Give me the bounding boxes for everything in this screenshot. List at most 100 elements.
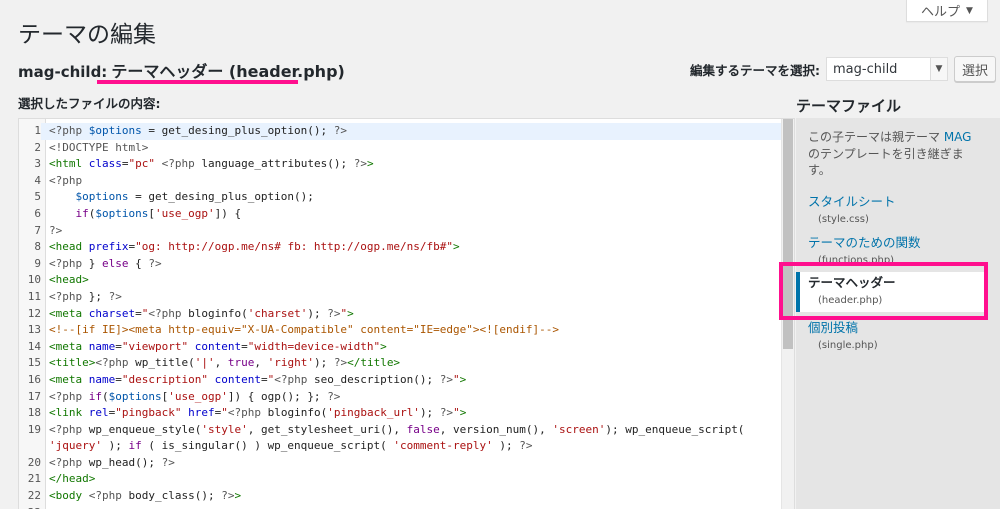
code-line[interactable]: 19 <?php wp_enqueue_style('style', get_st… xyxy=(19,422,782,439)
sidebar-item-single-php[interactable]: 個別投稿 (single.php) xyxy=(796,317,986,357)
line-number: 9 xyxy=(34,256,41,270)
code-line[interactable]: 13 <!--[if IE]><meta http-equiv="X-UA-Com… xyxy=(19,322,782,339)
code-lines[interactable]: 1 <?php $options = get_desing_plus_option… xyxy=(19,123,782,509)
highlight-box xyxy=(779,262,988,320)
code-line[interactable]: 22 <body <?php body_class(); ?>> xyxy=(19,488,782,505)
theme-select-area: 編集するテーマを選択: mag-child ▼ 選択 xyxy=(690,56,996,82)
line-number: 14 xyxy=(27,339,41,353)
line-number: 23 xyxy=(19,505,41,509)
code-line[interactable]: 8 <head prefix="og: http://ogp.me/ns# fb:… xyxy=(19,239,782,256)
help-tab-button[interactable]: ヘルプ ▼ xyxy=(906,0,988,22)
code-text[interactable]: <!DOCTYPE html> xyxy=(41,140,782,157)
code-line[interactable]: 14 <meta name="viewport" content="width=d… xyxy=(19,339,782,356)
line-number: 12 xyxy=(27,306,41,320)
desc-text: この子テーマは親テーマ xyxy=(808,130,944,144)
code-text[interactable]: <?php wp_enqueue_style('style', get_styl… xyxy=(41,422,782,439)
code-text[interactable]: <?php if($options['use_ogp']) { ogp(); }… xyxy=(41,389,782,406)
file-label: テーマのための関数 xyxy=(808,235,921,250)
code-text[interactable]: <title><?php wp_title('|', true, 'right'… xyxy=(41,355,782,372)
code-editor[interactable]: 1 <?php $options = get_desing_plus_option… xyxy=(18,118,795,509)
code-line[interactable]: 21 </head> xyxy=(19,471,782,488)
chevron-down-icon[interactable]: ▼ xyxy=(930,58,947,80)
line-number xyxy=(19,438,41,455)
parent-theme-link[interactable]: MAG xyxy=(944,130,972,144)
code-line[interactable]: 15 <title><?php wp_title('|', true, 'righ… xyxy=(19,355,782,372)
line-number: 8 xyxy=(34,240,41,254)
line-number: 4 xyxy=(34,173,41,187)
code-text[interactable]: <link rel="pingback" href="<?php bloginf… xyxy=(41,405,782,422)
file-content-label: 選択したファイルの内容: xyxy=(18,96,161,111)
current-file-name: テーマヘッダー (header.php) xyxy=(111,62,345,81)
line-number: 2 xyxy=(34,140,41,154)
code-line[interactable]: 18 <link rel="pingback" href="<?php blogi… xyxy=(19,405,782,422)
code-text[interactable]: <?php } else { ?> xyxy=(41,256,782,273)
line-number: 21 xyxy=(27,472,41,486)
code-text[interactable]: if($options['use_ogp']) { xyxy=(41,206,782,223)
file-label: スタイルシート xyxy=(808,194,896,209)
code-text[interactable]: 'jquery' ); if ( is_singular() ) wp_enqu… xyxy=(41,438,782,455)
theme-select-dropdown[interactable]: mag-child ▼ xyxy=(826,57,948,81)
code-line[interactable]: 4 <?php xyxy=(19,173,782,190)
code-text[interactable]: <body <?php body_class(); ?>> xyxy=(41,488,782,505)
line-number: 22 xyxy=(27,489,41,503)
file-name: (style.css) xyxy=(818,214,869,225)
select-theme-button[interactable]: 選択 xyxy=(954,56,996,82)
code-text[interactable]: <?php xyxy=(41,173,782,190)
line-number: 18 xyxy=(27,406,41,420)
code-line[interactable]: 12 <meta charset="<?php bloginfo('charset… xyxy=(19,306,782,323)
sidebar-item-style-css[interactable]: スタイルシート (style.css) xyxy=(796,191,986,231)
code-text[interactable]: <meta name="description" content="<?php … xyxy=(41,372,782,389)
theme-name: mag-child: xyxy=(18,63,108,81)
code-text[interactable]: <?php }; ?> xyxy=(41,289,782,306)
line-number: 15 xyxy=(27,356,41,370)
code-text[interactable]: $options = get_desing_plus_option(); xyxy=(41,189,782,206)
code-line[interactable]: 20 <?php wp_head(); ?> xyxy=(19,455,782,472)
code-line[interactable]: 2 <!DOCTYPE html> xyxy=(19,140,782,157)
sidebar-title: テーマファイル xyxy=(796,97,902,115)
page-title: テーマの編集 xyxy=(18,22,156,48)
code-text[interactable] xyxy=(41,505,782,509)
code-line[interactable]: 5 $options = get_desing_plus_option(); xyxy=(19,189,782,206)
code-text[interactable]: ?> xyxy=(41,223,782,240)
caret-down-icon: ▼ xyxy=(966,5,973,16)
code-text[interactable]: <?php wp_head(); ?> xyxy=(41,455,782,472)
line-number: 20 xyxy=(27,455,41,469)
file-name: (single.php) xyxy=(818,340,878,351)
code-line[interactable]: 7 ?> xyxy=(19,223,782,240)
code-text[interactable]: </head> xyxy=(41,471,782,488)
code-text[interactable]: <html class="pc" <?php language_attribut… xyxy=(41,156,782,173)
code-text[interactable]: <?php $options = get_desing_plus_option(… xyxy=(41,123,782,140)
line-number: 11 xyxy=(27,289,41,303)
theme-select-value: mag-child xyxy=(833,61,898,77)
line-number: 5 xyxy=(34,190,41,204)
code-line[interactable]: 16 <meta name="description" content="<?ph… xyxy=(19,372,782,389)
theme-select-label: 編集するテーマを選択: xyxy=(690,62,820,78)
code-line[interactable]: 17 <?php if($options['use_ogp']) { ogp();… xyxy=(19,389,782,406)
line-number: 10 xyxy=(27,273,41,287)
line-number: 7 xyxy=(34,223,41,237)
code-line[interactable]: 'jquery' ); if ( is_singular() ) wp_enqu… xyxy=(19,438,782,455)
code-text[interactable]: <meta name="viewport" content="width=dev… xyxy=(41,339,782,356)
code-text[interactable]: <!--[if IE]><meta http-equiv="X-UA-Compa… xyxy=(41,322,782,339)
code-line[interactable]: 23 xyxy=(19,505,782,509)
line-number: 3 xyxy=(34,157,41,171)
highlight-underline xyxy=(97,80,298,84)
code-line[interactable]: 9 <?php } else { ?> xyxy=(19,256,782,273)
help-label: ヘルプ xyxy=(921,5,961,20)
line-number: 6 xyxy=(34,206,41,220)
code-text[interactable]: <head> xyxy=(41,272,782,289)
code-line[interactable]: 3 <html class="pc" <?php language_attribu… xyxy=(19,156,782,173)
file-heading: mag-child: テーマヘッダー (header.php) xyxy=(18,58,345,82)
code-line[interactable]: 1 <?php $options = get_desing_plus_option… xyxy=(19,123,782,140)
line-number: 17 xyxy=(27,389,41,403)
line-number: 1 xyxy=(34,124,41,137)
code-line[interactable]: 10 <head> xyxy=(19,272,782,289)
code-text[interactable]: <meta charset="<?php bloginfo('charset')… xyxy=(41,306,782,323)
desc-text-after: のテンプレートを引き継ぎます。 xyxy=(808,146,964,178)
code-line[interactable]: 11 <?php }; ?> xyxy=(19,289,782,306)
file-label: 個別投稿 xyxy=(808,320,859,335)
sidebar-description: この子テーマは親テーマ MAG のテンプレートを引き継ぎます。 xyxy=(808,129,978,179)
line-number: 19 xyxy=(27,422,41,436)
code-text[interactable]: <head prefix="og: http://ogp.me/ns# fb: … xyxy=(41,239,782,256)
code-line[interactable]: 6 if($options['use_ogp']) { xyxy=(19,206,782,223)
